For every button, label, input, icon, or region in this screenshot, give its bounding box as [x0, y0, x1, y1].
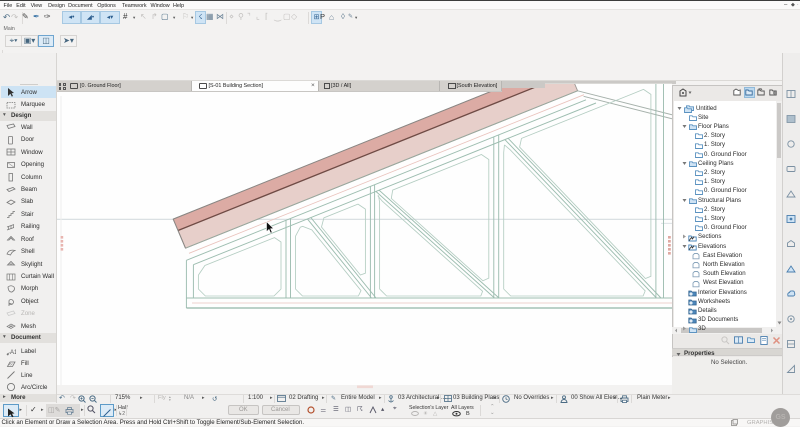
svg-text:A1: A1: [10, 350, 16, 356]
